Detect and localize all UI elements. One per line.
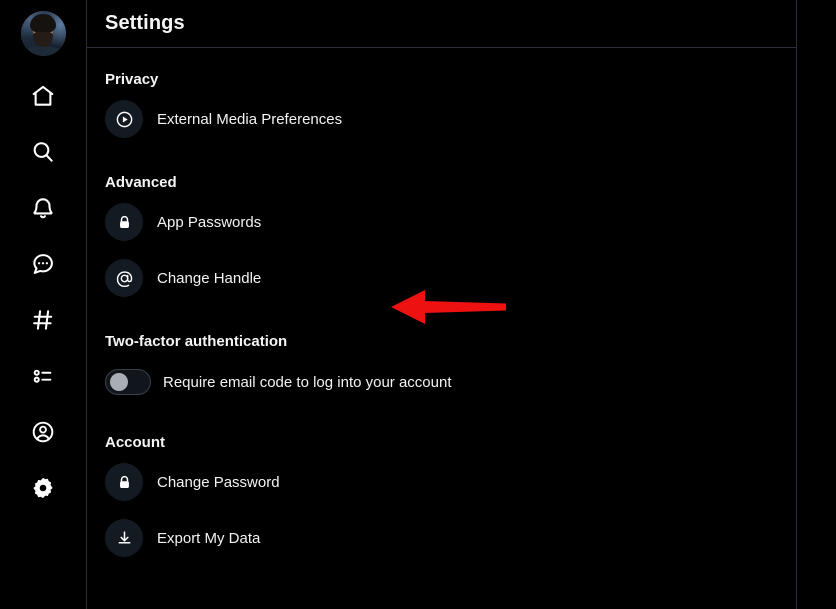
settings-row-label: App Passwords: [157, 213, 262, 231]
list-icon: [30, 363, 56, 389]
download-icon: [105, 519, 143, 557]
settings-row-require-email-code[interactable]: Require email code to log into your acco…: [105, 360, 778, 404]
settings-section-advanced: Advanced App Passwords Change Handle: [105, 174, 778, 303]
email-code-toggle[interactable]: [105, 369, 151, 395]
settings-row-app-passwords[interactable]: App Passwords: [105, 197, 778, 247]
chat-bubble-icon: [30, 251, 56, 277]
sidebar-item-notifications[interactable]: [19, 184, 67, 232]
at-sign-icon: [105, 259, 143, 297]
bell-icon: [30, 195, 56, 221]
toggle-knob: [110, 373, 128, 391]
gear-icon: [30, 475, 56, 501]
settings-row-change-password[interactable]: Change Password: [105, 457, 778, 507]
settings-row-label: External Media Preferences: [157, 110, 343, 128]
play-circle-icon: [105, 100, 143, 138]
section-heading: Account: [105, 434, 165, 451]
settings-row-label: Export My Data: [157, 529, 261, 547]
settings-content: Settings Privacy External Media Preferen…: [87, 0, 797, 609]
settings-row-label: Change Password: [157, 473, 280, 491]
settings-row-label: Change Handle: [157, 269, 262, 287]
avatar[interactable]: [20, 11, 66, 56]
settings-row-export-my-data[interactable]: Export My Data: [105, 513, 778, 563]
sidebar-item-settings[interactable]: [19, 464, 67, 512]
settings-row-label: Require email code to log into your acco…: [163, 373, 452, 391]
page-title: Settings: [105, 12, 185, 34]
lock-icon: [105, 463, 143, 501]
settings-section-privacy: Privacy External Media Preferences: [105, 71, 778, 144]
avatar-body: [25, 46, 61, 56]
settings-section-account: Account Change Password Export My Data: [105, 434, 778, 563]
settings-row-external-media-preferences[interactable]: External Media Preferences: [105, 94, 778, 144]
sidebar-item-search[interactable]: [19, 128, 67, 176]
page-header: Settings: [87, 0, 796, 48]
section-heading: Privacy: [105, 71, 159, 88]
lock-icon: [105, 203, 143, 241]
sidebar-item-home[interactable]: [19, 72, 67, 120]
settings-list: Privacy External Media Preferences Advan…: [87, 48, 796, 609]
app-root: Settings Privacy External Media Preferen…: [0, 0, 836, 609]
settings-row-change-handle[interactable]: Change Handle: [105, 253, 778, 303]
profile-circle-icon: [30, 419, 56, 445]
home-icon: [30, 83, 56, 109]
hashtag-icon: [30, 307, 56, 333]
section-heading: Advanced: [105, 174, 177, 191]
sidebar-item-feeds[interactable]: [19, 296, 67, 344]
sidebar-item-profile[interactable]: [19, 408, 67, 456]
left-sidebar-nav: [0, 0, 87, 609]
sidebar-item-chat[interactable]: [19, 240, 67, 288]
search-icon: [30, 139, 56, 165]
sidebar-item-lists[interactable]: [19, 352, 67, 400]
avatar-hair: [30, 13, 56, 34]
settings-section-two-factor: Two-factor authentication Require email …: [105, 333, 778, 404]
section-heading: Two-factor authentication: [105, 333, 288, 350]
